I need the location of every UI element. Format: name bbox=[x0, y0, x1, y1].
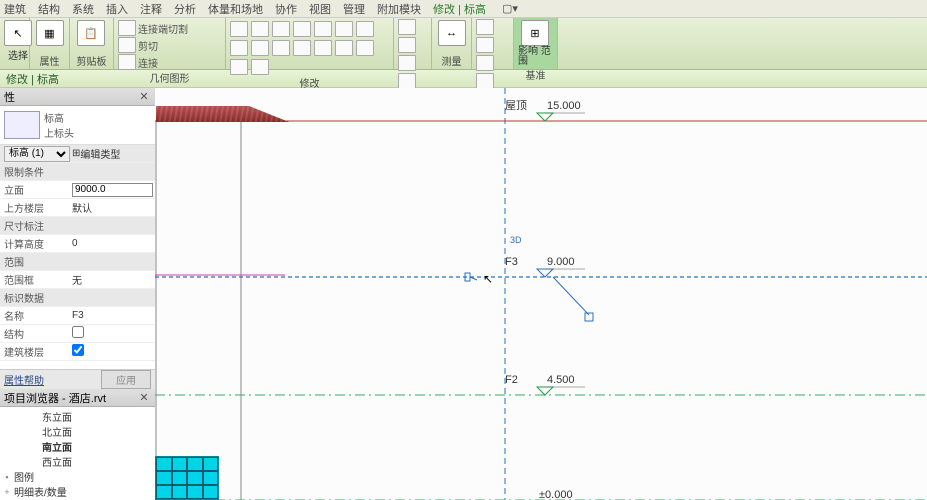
menu-item-active[interactable]: 修改 | 标高 bbox=[433, 1, 486, 17]
svg-text:±0.000: ±0.000 bbox=[539, 489, 573, 500]
apply-button[interactable]: 应用 bbox=[101, 370, 151, 389]
tool-icon[interactable] bbox=[356, 21, 374, 37]
menu-item[interactable]: 分析 bbox=[174, 1, 196, 17]
close-icon[interactable]: ✕ bbox=[137, 90, 151, 104]
create-icon[interactable] bbox=[476, 19, 494, 35]
tree-item[interactable]: ▪图例 bbox=[2, 469, 153, 484]
view-icon[interactable] bbox=[398, 37, 416, 53]
tool-icon[interactable] bbox=[251, 40, 269, 56]
scope-box-button[interactable]: ⊞影响 范围 bbox=[518, 19, 552, 67]
tool-icon[interactable] bbox=[356, 40, 374, 56]
help-icon[interactable]: ▢▾ bbox=[502, 2, 518, 15]
svg-text:↖: ↖ bbox=[483, 272, 493, 286]
measure-button[interactable]: ↔ bbox=[436, 19, 467, 53]
level-type-icon bbox=[4, 111, 40, 139]
project-browser[interactable]: 东立面北立面南立面西立面▪图例+明细表/数量-图纸 (全部)+001 - 总平面… bbox=[0, 407, 155, 500]
tool-icon[interactable] bbox=[230, 21, 248, 37]
ribbon: ↖选择 ▦ 属性 📋 剪贴板 连接端切割 剪切 连接 几何图形 修改 视图 ↔ … bbox=[0, 18, 927, 70]
paste-button[interactable]: 📋 bbox=[74, 19, 108, 53]
instance-select[interactable]: 标高 (1) bbox=[4, 146, 70, 162]
material-palette[interactable] bbox=[155, 456, 219, 500]
tool-icon[interactable] bbox=[272, 21, 290, 37]
tree-item[interactable]: 南立面 bbox=[2, 439, 153, 454]
menu-item[interactable]: 协作 bbox=[275, 1, 297, 17]
tool-icon[interactable] bbox=[272, 40, 290, 56]
tool-icon[interactable] bbox=[230, 40, 248, 56]
properties-button[interactable]: ▦ bbox=[34, 19, 65, 53]
menu-item[interactable]: 系统 bbox=[72, 1, 94, 17]
svg-text:4.500: 4.500 bbox=[547, 374, 575, 386]
properties-header: 性 ✕ bbox=[0, 88, 155, 106]
tree-item[interactable]: 西立面 bbox=[2, 454, 153, 469]
view-icon[interactable] bbox=[398, 55, 416, 71]
edit-type-button[interactable]: ⊞ 编辑类型 bbox=[70, 146, 155, 161]
create-icon[interactable] bbox=[476, 73, 494, 89]
menu-item[interactable]: 视图 bbox=[309, 1, 331, 17]
tool-icon[interactable] bbox=[251, 59, 269, 75]
prop-help-link[interactable]: 属性帮助 bbox=[4, 372, 44, 387]
svg-text:屋顶: 屋顶 bbox=[505, 99, 527, 112]
menu-item[interactable]: 建筑 bbox=[4, 1, 26, 17]
modify-button[interactable]: ↖选择 bbox=[4, 19, 32, 69]
tree-item[interactable]: 北立面 bbox=[2, 424, 153, 439]
menu-item[interactable]: 插入 bbox=[106, 1, 128, 17]
tool-icon[interactable] bbox=[293, 40, 311, 56]
svg-text:9.000: 9.000 bbox=[547, 256, 575, 268]
svg-text:3D: 3D bbox=[510, 235, 522, 245]
tree-item[interactable]: 东立面 bbox=[2, 409, 153, 424]
tool-icon[interactable] bbox=[314, 21, 332, 37]
tool-icon[interactable] bbox=[293, 21, 311, 37]
tree-item[interactable]: +明细表/数量 bbox=[2, 484, 153, 499]
browser-header: 项目浏览器 - 酒店.rvt ✕ bbox=[0, 389, 155, 407]
join-icon[interactable] bbox=[118, 54, 136, 70]
create-icon[interactable] bbox=[476, 37, 494, 53]
menu-bar: 建筑 结构 系统 插入 注释 分析 体量和场地 协作 视图 管理 附加模块 修改… bbox=[0, 0, 927, 18]
close-icon[interactable]: ✕ bbox=[137, 391, 151, 405]
svg-text:F2: F2 bbox=[505, 374, 518, 386]
svg-text:15.000: 15.000 bbox=[547, 100, 581, 112]
type-selector[interactable]: 标高上标头 bbox=[0, 106, 155, 145]
tool-icon[interactable] bbox=[335, 40, 353, 56]
prop-input[interactable] bbox=[72, 183, 153, 197]
tool-icon[interactable] bbox=[335, 21, 353, 37]
create-icon[interactable] bbox=[476, 55, 494, 71]
drawing-canvas[interactable]: 3D 15.000 屋顶 9.000 F3 ↖ 4.500 F2 ±0.000 bbox=[155, 88, 927, 500]
tool-icon[interactable] bbox=[230, 59, 248, 75]
view-icon[interactable] bbox=[398, 73, 416, 89]
menu-item[interactable]: 体量和场地 bbox=[208, 1, 263, 17]
menu-item[interactable]: 结构 bbox=[38, 1, 60, 17]
menu-item[interactable]: 管理 bbox=[343, 1, 365, 17]
prop-checkbox[interactable] bbox=[72, 326, 84, 338]
menu-item[interactable]: 注释 bbox=[140, 1, 162, 17]
menu-item[interactable]: 附加模块 bbox=[377, 1, 421, 17]
tool-icon[interactable] bbox=[314, 40, 332, 56]
cut-icon[interactable] bbox=[118, 37, 136, 53]
view-icon[interactable] bbox=[398, 19, 416, 35]
cope-icon[interactable] bbox=[118, 20, 136, 36]
tool-icon[interactable] bbox=[251, 21, 269, 37]
svg-text:F3: F3 bbox=[505, 256, 518, 268]
prop-checkbox[interactable] bbox=[72, 344, 84, 356]
